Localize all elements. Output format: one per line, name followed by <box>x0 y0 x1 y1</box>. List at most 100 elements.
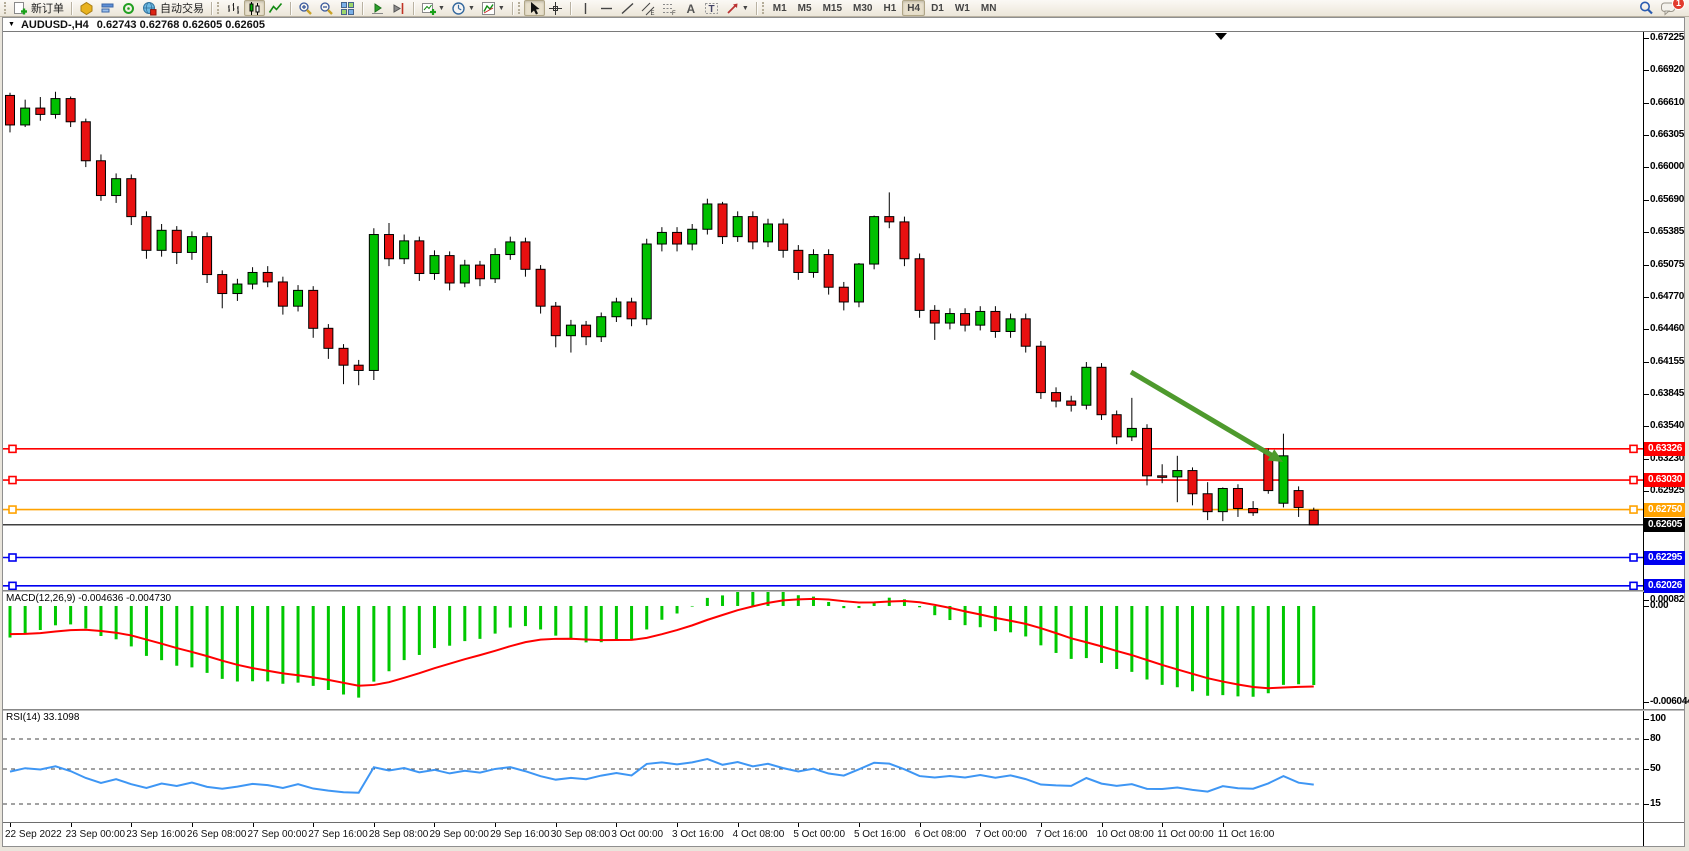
line-chart-icon <box>268 1 283 16</box>
market-depth-icon <box>100 1 115 16</box>
rsi-tick-label: 15 <box>1650 798 1661 810</box>
time-tick <box>495 823 496 827</box>
text-button[interactable]: A <box>680 0 701 16</box>
periodicity-button[interactable]: ▼ <box>448 0 478 16</box>
time-tick-label: 22 Sep 2022 <box>5 829 62 840</box>
indicators-button[interactable]: ▼ <box>478 0 508 16</box>
market-depth-button[interactable] <box>97 0 118 16</box>
toolbar-separator <box>512 2 513 15</box>
zoom-out-button[interactable] <box>316 0 337 16</box>
text-label-icon: T <box>704 1 719 16</box>
time-tick <box>10 823 11 827</box>
time-tick-label: 27 Sep 16:00 <box>308 829 368 840</box>
tf-button-M5[interactable]: M5 <box>793 0 817 16</box>
price-tag: 0.63326 <box>1644 442 1685 456</box>
price-chart-canvas[interactable] <box>3 32 1643 590</box>
time-tick-label: 3 Oct 16:00 <box>672 829 724 840</box>
toolbar-separator <box>756 2 757 15</box>
search-button[interactable] <box>1635 0 1657 16</box>
toolbar-separator <box>211 2 212 15</box>
price-tick-label: 0.64155 <box>1650 356 1684 368</box>
line-chart-button[interactable] <box>265 0 286 16</box>
horizontal-line-button[interactable] <box>596 0 617 16</box>
tf-button-H4[interactable]: H4 <box>902 0 925 16</box>
time-tick <box>374 823 375 827</box>
macd-tick-label: 0.00 <box>1650 600 1668 612</box>
zoom-out-icon <box>319 1 334 16</box>
text-label-button[interactable]: T <box>701 0 722 16</box>
time-tick-label: 7 Oct 00:00 <box>975 829 1027 840</box>
tf-button-M1[interactable]: M1 <box>768 0 792 16</box>
price-tag: 0.63030 <box>1644 473 1685 487</box>
time-tick-label: 4 Oct 08:00 <box>733 829 785 840</box>
new-chart-button[interactable]: ▼ <box>418 0 448 16</box>
tf-button-D1[interactable]: D1 <box>926 0 949 16</box>
price-tick-label: 0.67225 <box>1650 32 1684 44</box>
chart-dropdown-icon[interactable]: ▼ <box>8 21 15 28</box>
price-tick-label: 0.66000 <box>1650 161 1684 173</box>
macd-label: MACD(12,26,9) -0.004636 -0.004730 <box>6 593 171 604</box>
metaeditor-button[interactable] <box>76 0 97 16</box>
bar-chart-icon <box>226 1 241 16</box>
time-tick <box>71 823 72 827</box>
tf-button-W1[interactable]: W1 <box>950 0 975 16</box>
time-tick <box>253 823 254 827</box>
time-tick-label: 5 Oct 00:00 <box>793 829 845 840</box>
notifications-button[interactable]: 1 <box>1657 0 1680 16</box>
tf-button-H1[interactable]: H1 <box>878 0 901 16</box>
toolbar-grip[interactable] <box>4 2 7 14</box>
rsi-tick-label: 100 <box>1650 713 1666 725</box>
price-axis[interactable]: 0.672250.669200.666100.663050.660000.656… <box>1643 32 1684 590</box>
tile-windows-button[interactable] <box>337 0 358 16</box>
time-tick <box>1162 823 1163 827</box>
price-pane-row: 0.672250.669200.666100.663050.660000.656… <box>3 32 1684 590</box>
new-order-label: 新订单 <box>31 0 64 16</box>
trendline-button[interactable] <box>617 0 638 16</box>
cursor-button[interactable] <box>524 0 545 16</box>
fibonacci-icon: F <box>662 1 677 16</box>
time-tick <box>1223 823 1224 827</box>
price-tick-label: 0.63845 <box>1650 388 1684 400</box>
price-tick-label: 0.65690 <box>1650 194 1684 206</box>
candlestick-chart-button[interactable] <box>244 0 265 16</box>
time-tick <box>313 823 314 827</box>
price-tick-label: 0.66305 <box>1650 129 1684 141</box>
tf-button-M15[interactable]: M15 <box>818 0 847 16</box>
rsi-axis[interactable]: 100805015 <box>1643 711 1684 822</box>
macd-axis[interactable]: 0.000820.00-0.006044 <box>1643 592 1684 709</box>
svg-text:E: E <box>650 11 654 16</box>
notification-badge: 1 <box>1672 0 1685 10</box>
signals-button[interactable] <box>118 0 139 16</box>
time-axis[interactable]: 22 Sep 202223 Sep 00:0023 Sep 16:0026 Se… <box>3 823 1643 846</box>
macd-chart-canvas[interactable]: MACD(12,26,9) -0.004636 -0.004730 <box>3 592 1643 709</box>
candlestick-chart-icon <box>247 1 262 16</box>
fibonacci-button[interactable]: F <box>659 0 680 16</box>
crosshair-button[interactable] <box>545 0 566 16</box>
price-tick-label: 0.65075 <box>1650 259 1684 271</box>
toolbar-grip[interactable] <box>518 2 521 14</box>
tf-button-MN[interactable]: MN <box>976 0 1002 16</box>
bar-chart-button[interactable] <box>223 0 244 16</box>
chart-shift-button[interactable] <box>388 0 409 16</box>
time-tick <box>131 823 132 827</box>
chart-window: ▼ AUDUSD-,H4 0.62743 0.62768 0.62605 0.6… <box>2 17 1685 847</box>
equidistant-channel-button[interactable]: E <box>638 0 659 16</box>
time-tick-label: 23 Sep 00:00 <box>66 829 126 840</box>
time-tick-label: 11 Oct 16:00 <box>1218 829 1275 840</box>
autotrading-button[interactable]: 自动交易 <box>139 0 207 16</box>
time-tick-label: 11 Oct 00:00 <box>1157 829 1214 840</box>
toolbar-grip[interactable] <box>762 2 765 14</box>
vertical-line-button[interactable] <box>575 0 596 16</box>
toolbar-grip[interactable] <box>217 2 220 14</box>
auto-scroll-button[interactable] <box>367 0 388 16</box>
shapes-button[interactable]: ▼ <box>722 0 752 16</box>
time-tick-label: 5 Oct 16:00 <box>854 829 906 840</box>
new-order-button[interactable]: 新订单 <box>10 0 67 16</box>
rsi-chart-canvas[interactable]: RSI(14) 33.1098 <box>3 711 1643 822</box>
chevron-down-icon: ▼ <box>468 5 475 12</box>
zoom-in-button[interactable] <box>295 0 316 16</box>
equidistant-channel-icon: E <box>641 1 656 16</box>
tf-button-M30[interactable]: M30 <box>848 0 877 16</box>
macd-tick-label: -0.006044 <box>1650 696 1689 708</box>
main-toolbar: 新订单 自动交易 ▼ ▼ ▼ E F A T ▼ M1M5M15M30H1H4D… <box>0 0 1689 17</box>
